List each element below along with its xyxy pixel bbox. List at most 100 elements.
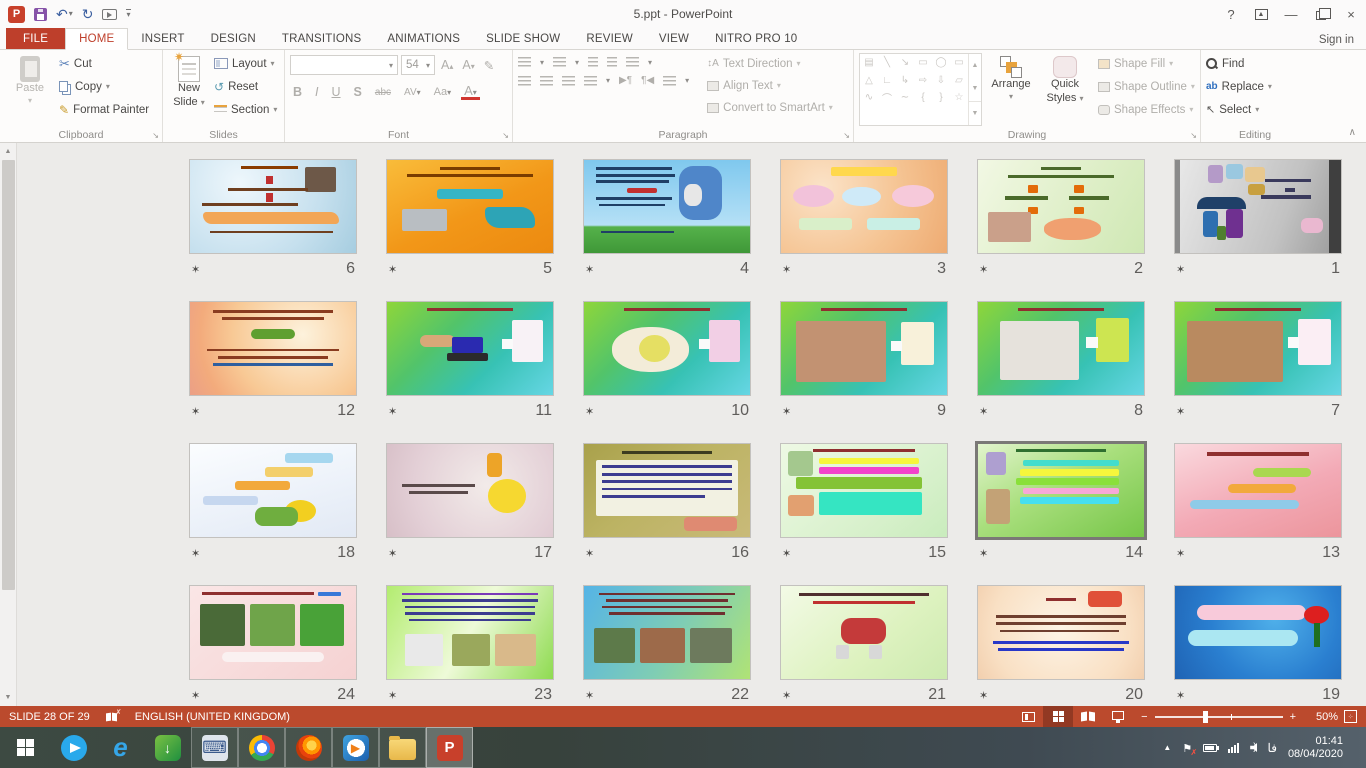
format-painter-button[interactable]: ✎Format Painter bbox=[59, 99, 149, 120]
taskbar-app-internet-explorer[interactable]: e bbox=[97, 727, 144, 768]
shape-cell-icon[interactable]: ▱ bbox=[950, 72, 968, 90]
shapes-gallery[interactable]: ▤╲↘▭◯▭△∟↳⇨⇩▱∿⌒∼{}☆ ▲▼▼ bbox=[859, 53, 982, 126]
restore-button[interactable] bbox=[1306, 0, 1336, 28]
align-text-button[interactable]: Align Text▾ bbox=[707, 75, 833, 96]
slide-thumbnail-24[interactable] bbox=[189, 585, 357, 680]
character-spacing-button[interactable]: AV▾ bbox=[401, 87, 424, 98]
columns-button[interactable] bbox=[663, 76, 676, 86]
minimize-button[interactable]: — bbox=[1276, 0, 1306, 28]
clear-formatting-button[interactable]: ✎ bbox=[481, 58, 497, 73]
text-shadow-button[interactable]: S bbox=[351, 85, 365, 99]
slide-thumbnail-3[interactable] bbox=[780, 159, 948, 254]
slide-thumbnail-17[interactable] bbox=[386, 443, 554, 538]
volume-icon[interactable]: ) bbox=[1250, 742, 1256, 753]
shape-cell-icon[interactable]: ◯ bbox=[932, 54, 950, 72]
slide-thumbnail-10[interactable] bbox=[583, 301, 751, 396]
increase-indent-button[interactable] bbox=[607, 57, 617, 67]
drawing-dialog-launcher[interactable]: ↘ bbox=[1190, 131, 1197, 140]
tab-transitions[interactable]: TRANSITIONS bbox=[269, 28, 375, 49]
scrollbar-thumb[interactable] bbox=[2, 160, 15, 590]
text-direction-button[interactable]: ↕AText Direction▾ bbox=[707, 53, 833, 74]
clock[interactable]: 01:41 08/04/2020 bbox=[1288, 735, 1343, 761]
find-button[interactable]: Find bbox=[1206, 53, 1272, 74]
transition-star-icon[interactable]: ✶ bbox=[782, 689, 791, 702]
justify-button[interactable] bbox=[584, 76, 597, 86]
shape-cell-icon[interactable]: ⌒ bbox=[878, 89, 896, 107]
slide-thumbnail-5[interactable] bbox=[386, 159, 554, 254]
scroll-up-arrow[interactable]: ▲ bbox=[0, 143, 16, 160]
align-center-button[interactable] bbox=[540, 76, 553, 86]
transition-star-icon[interactable]: ✶ bbox=[782, 547, 791, 560]
align-left-button[interactable] bbox=[518, 76, 531, 86]
tab-design[interactable]: DESIGN bbox=[198, 28, 269, 49]
shape-fill-button[interactable]: Shape Fill▾ bbox=[1098, 53, 1195, 74]
tab-home[interactable]: HOME bbox=[65, 28, 128, 50]
taskbar-app-telegram[interactable] bbox=[50, 727, 97, 768]
change-case-button[interactable]: Aa▾ bbox=[431, 86, 454, 98]
convert-to-smartart-button[interactable]: Convert to SmartArt▾ bbox=[707, 97, 833, 118]
transition-star-icon[interactable]: ✶ bbox=[979, 263, 988, 276]
slide-thumbnail-21[interactable] bbox=[780, 585, 948, 680]
shape-cell-icon[interactable]: ╲ bbox=[878, 54, 896, 72]
transition-star-icon[interactable]: ✶ bbox=[782, 405, 791, 418]
shrink-font-button[interactable]: A▾ bbox=[459, 58, 477, 72]
transition-star-icon[interactable]: ✶ bbox=[979, 689, 988, 702]
shape-cell-icon[interactable]: ∿ bbox=[860, 89, 878, 107]
replace-button[interactable]: abReplace▾ bbox=[1206, 76, 1272, 97]
powerpoint-app-icon[interactable]: P bbox=[8, 6, 25, 23]
transition-star-icon[interactable]: ✶ bbox=[979, 547, 988, 560]
slide-thumbnail-23[interactable] bbox=[386, 585, 554, 680]
transition-star-icon[interactable]: ✶ bbox=[585, 405, 594, 418]
reading-view-button[interactable] bbox=[1073, 706, 1103, 727]
hidden-icons-button[interactable]: ▲ bbox=[1163, 743, 1171, 752]
arrange-button[interactable]: Arrange▾ bbox=[986, 53, 1036, 126]
quick-styles-button[interactable]: Quick Styles ▾ bbox=[1040, 53, 1090, 126]
close-button[interactable]: × bbox=[1336, 0, 1366, 28]
transition-star-icon[interactable]: ✶ bbox=[979, 405, 988, 418]
cut-button[interactable]: ✂Cut bbox=[59, 53, 149, 74]
slide-thumbnail-4[interactable] bbox=[583, 159, 751, 254]
shape-cell-icon[interactable]: ∟ bbox=[878, 72, 896, 90]
undo-dropdown-icon[interactable]: ▾ bbox=[69, 10, 73, 18]
transition-star-icon[interactable]: ✶ bbox=[191, 689, 200, 702]
vertical-scrollbar[interactable]: ▲ ▼ bbox=[0, 143, 17, 706]
normal-view-button[interactable] bbox=[1013, 706, 1043, 727]
slide-thumbnail-7[interactable] bbox=[1174, 301, 1342, 396]
shapes-scroll-button[interactable]: ▲ bbox=[969, 54, 981, 77]
select-button[interactable]: ↖Select▾ bbox=[1206, 99, 1272, 120]
taskbar-app-chrome[interactable] bbox=[238, 727, 285, 768]
bullets-button[interactable] bbox=[518, 57, 531, 67]
network-signal-icon[interactable] bbox=[1228, 742, 1239, 753]
slide-thumbnail-14[interactable] bbox=[977, 443, 1145, 538]
slide-thumbnail-15[interactable] bbox=[780, 443, 948, 538]
language-indicator[interactable]: ENGLISH (UNITED KINGDOM) bbox=[135, 711, 290, 723]
slide-thumbnail-11[interactable] bbox=[386, 301, 554, 396]
zoom-slider[interactable] bbox=[1155, 716, 1283, 718]
left-to-right-button[interactable]: ▶¶ bbox=[619, 75, 632, 86]
fit-slide-to-window-button[interactable]: ⁘ bbox=[1344, 710, 1357, 723]
start-from-beginning-icon[interactable] bbox=[102, 9, 117, 20]
taskbar-app-firefox[interactable] bbox=[285, 727, 332, 768]
shape-cell-icon[interactable]: ⇩ bbox=[932, 72, 950, 90]
font-dialog-launcher[interactable]: ↘ bbox=[502, 131, 509, 140]
shape-cell-icon[interactable]: ▭ bbox=[950, 54, 968, 72]
transition-star-icon[interactable]: ✶ bbox=[585, 547, 594, 560]
shapes-gallery-scroll[interactable]: ▲▼▼ bbox=[968, 54, 981, 125]
shape-cell-icon[interactable]: ∼ bbox=[896, 89, 914, 107]
ribbon-display-options-button[interactable]: ▲ bbox=[1246, 0, 1276, 28]
paste-button[interactable]: Paste▾ bbox=[5, 53, 55, 126]
shape-cell-icon[interactable]: △ bbox=[860, 72, 878, 90]
tab-view[interactable]: VIEW bbox=[646, 28, 702, 49]
taskbar-app-file-explorer[interactable] bbox=[379, 727, 426, 768]
decrease-indent-button[interactable] bbox=[588, 57, 598, 67]
input-language-indicator[interactable]: فا bbox=[1268, 741, 1277, 755]
clipboard-dialog-launcher[interactable]: ↘ bbox=[152, 131, 159, 140]
redo-button[interactable]: ↻ bbox=[82, 7, 94, 21]
battery-icon[interactable] bbox=[1203, 744, 1217, 752]
tab-file[interactable]: FILE bbox=[6, 28, 65, 49]
transition-star-icon[interactable]: ✶ bbox=[191, 405, 200, 418]
font-color-button[interactable]: A▾ bbox=[461, 84, 480, 100]
shape-cell-icon[interactable]: ▤ bbox=[860, 54, 878, 72]
slide-thumbnail-22[interactable] bbox=[583, 585, 751, 680]
undo-button[interactable]: ↶▾ bbox=[56, 7, 73, 21]
